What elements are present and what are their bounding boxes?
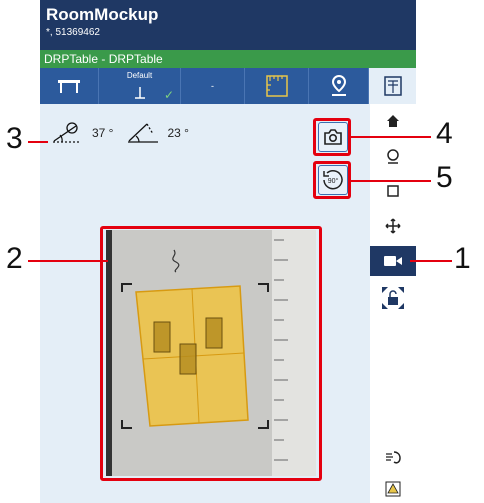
camera-video-icon (384, 256, 402, 266)
callout-5: 5 (436, 161, 453, 194)
callout-line-5 (351, 180, 431, 182)
rail-unlock-expand[interactable] (370, 280, 416, 316)
tilt-angle-value: 37 ° (92, 126, 114, 140)
rail-home[interactable] (370, 106, 416, 136)
tab-location[interactable] (309, 68, 369, 104)
callout-line-2 (28, 260, 108, 262)
rail-move[interactable] (370, 211, 416, 241)
move-icon (385, 218, 401, 234)
callout-1: 1 (454, 242, 471, 275)
toolbar-tabs: Default ✓ - (40, 68, 416, 104)
ruler-frame-icon (265, 75, 288, 97)
callout-line-3 (28, 141, 48, 143)
rail-gesture[interactable] (370, 442, 416, 472)
callout-4: 4 (436, 117, 453, 150)
unlock-expand-icon (382, 287, 404, 309)
callout-line-4 (351, 136, 431, 138)
callout-2: 2 (6, 242, 23, 275)
rail-ring[interactable] (370, 142, 416, 172)
mockup-icon (383, 76, 402, 96)
right-rail (370, 104, 416, 503)
table-icon (58, 80, 80, 93)
rail-warning[interactable] (370, 474, 416, 503)
tab-ruler[interactable] (245, 68, 309, 104)
app-subtitle: *, 51369462 (46, 27, 100, 38)
home-icon (387, 115, 399, 127)
app-header: RoomMockup *, 51369462 (40, 0, 416, 50)
callout-frame-preview (100, 226, 322, 481)
location-pin-icon (331, 75, 346, 96)
tab-empty[interactable]: - (181, 68, 245, 104)
callout-frame-camera (313, 118, 351, 156)
app-title: RoomMockup (46, 5, 159, 24)
tab-empty-label: - (211, 81, 214, 91)
angle-readout: 37 ° 23 ° (50, 120, 201, 146)
callout-3: 3 (6, 122, 23, 155)
tilt-angle-icon (53, 122, 80, 143)
square-icon (387, 185, 399, 197)
callout-line-1 (410, 260, 452, 262)
warning-icon (385, 481, 401, 497)
tab-default[interactable]: Default ✓ (99, 68, 181, 104)
rotation-angle-value: 23 ° (167, 126, 189, 140)
ring-icon (387, 149, 399, 164)
tab-mockup[interactable] (369, 68, 416, 104)
tab-default-label: Default (126, 71, 153, 80)
tab-table[interactable] (40, 68, 99, 104)
rotation-angle-icon (128, 123, 159, 143)
plumb-icon (134, 87, 145, 99)
callout-frame-rotate (313, 161, 351, 199)
check-icon: ✓ (163, 88, 174, 102)
breadcrumb: DRPTable - DRPTable (40, 50, 416, 68)
gesture-icon (386, 451, 401, 464)
